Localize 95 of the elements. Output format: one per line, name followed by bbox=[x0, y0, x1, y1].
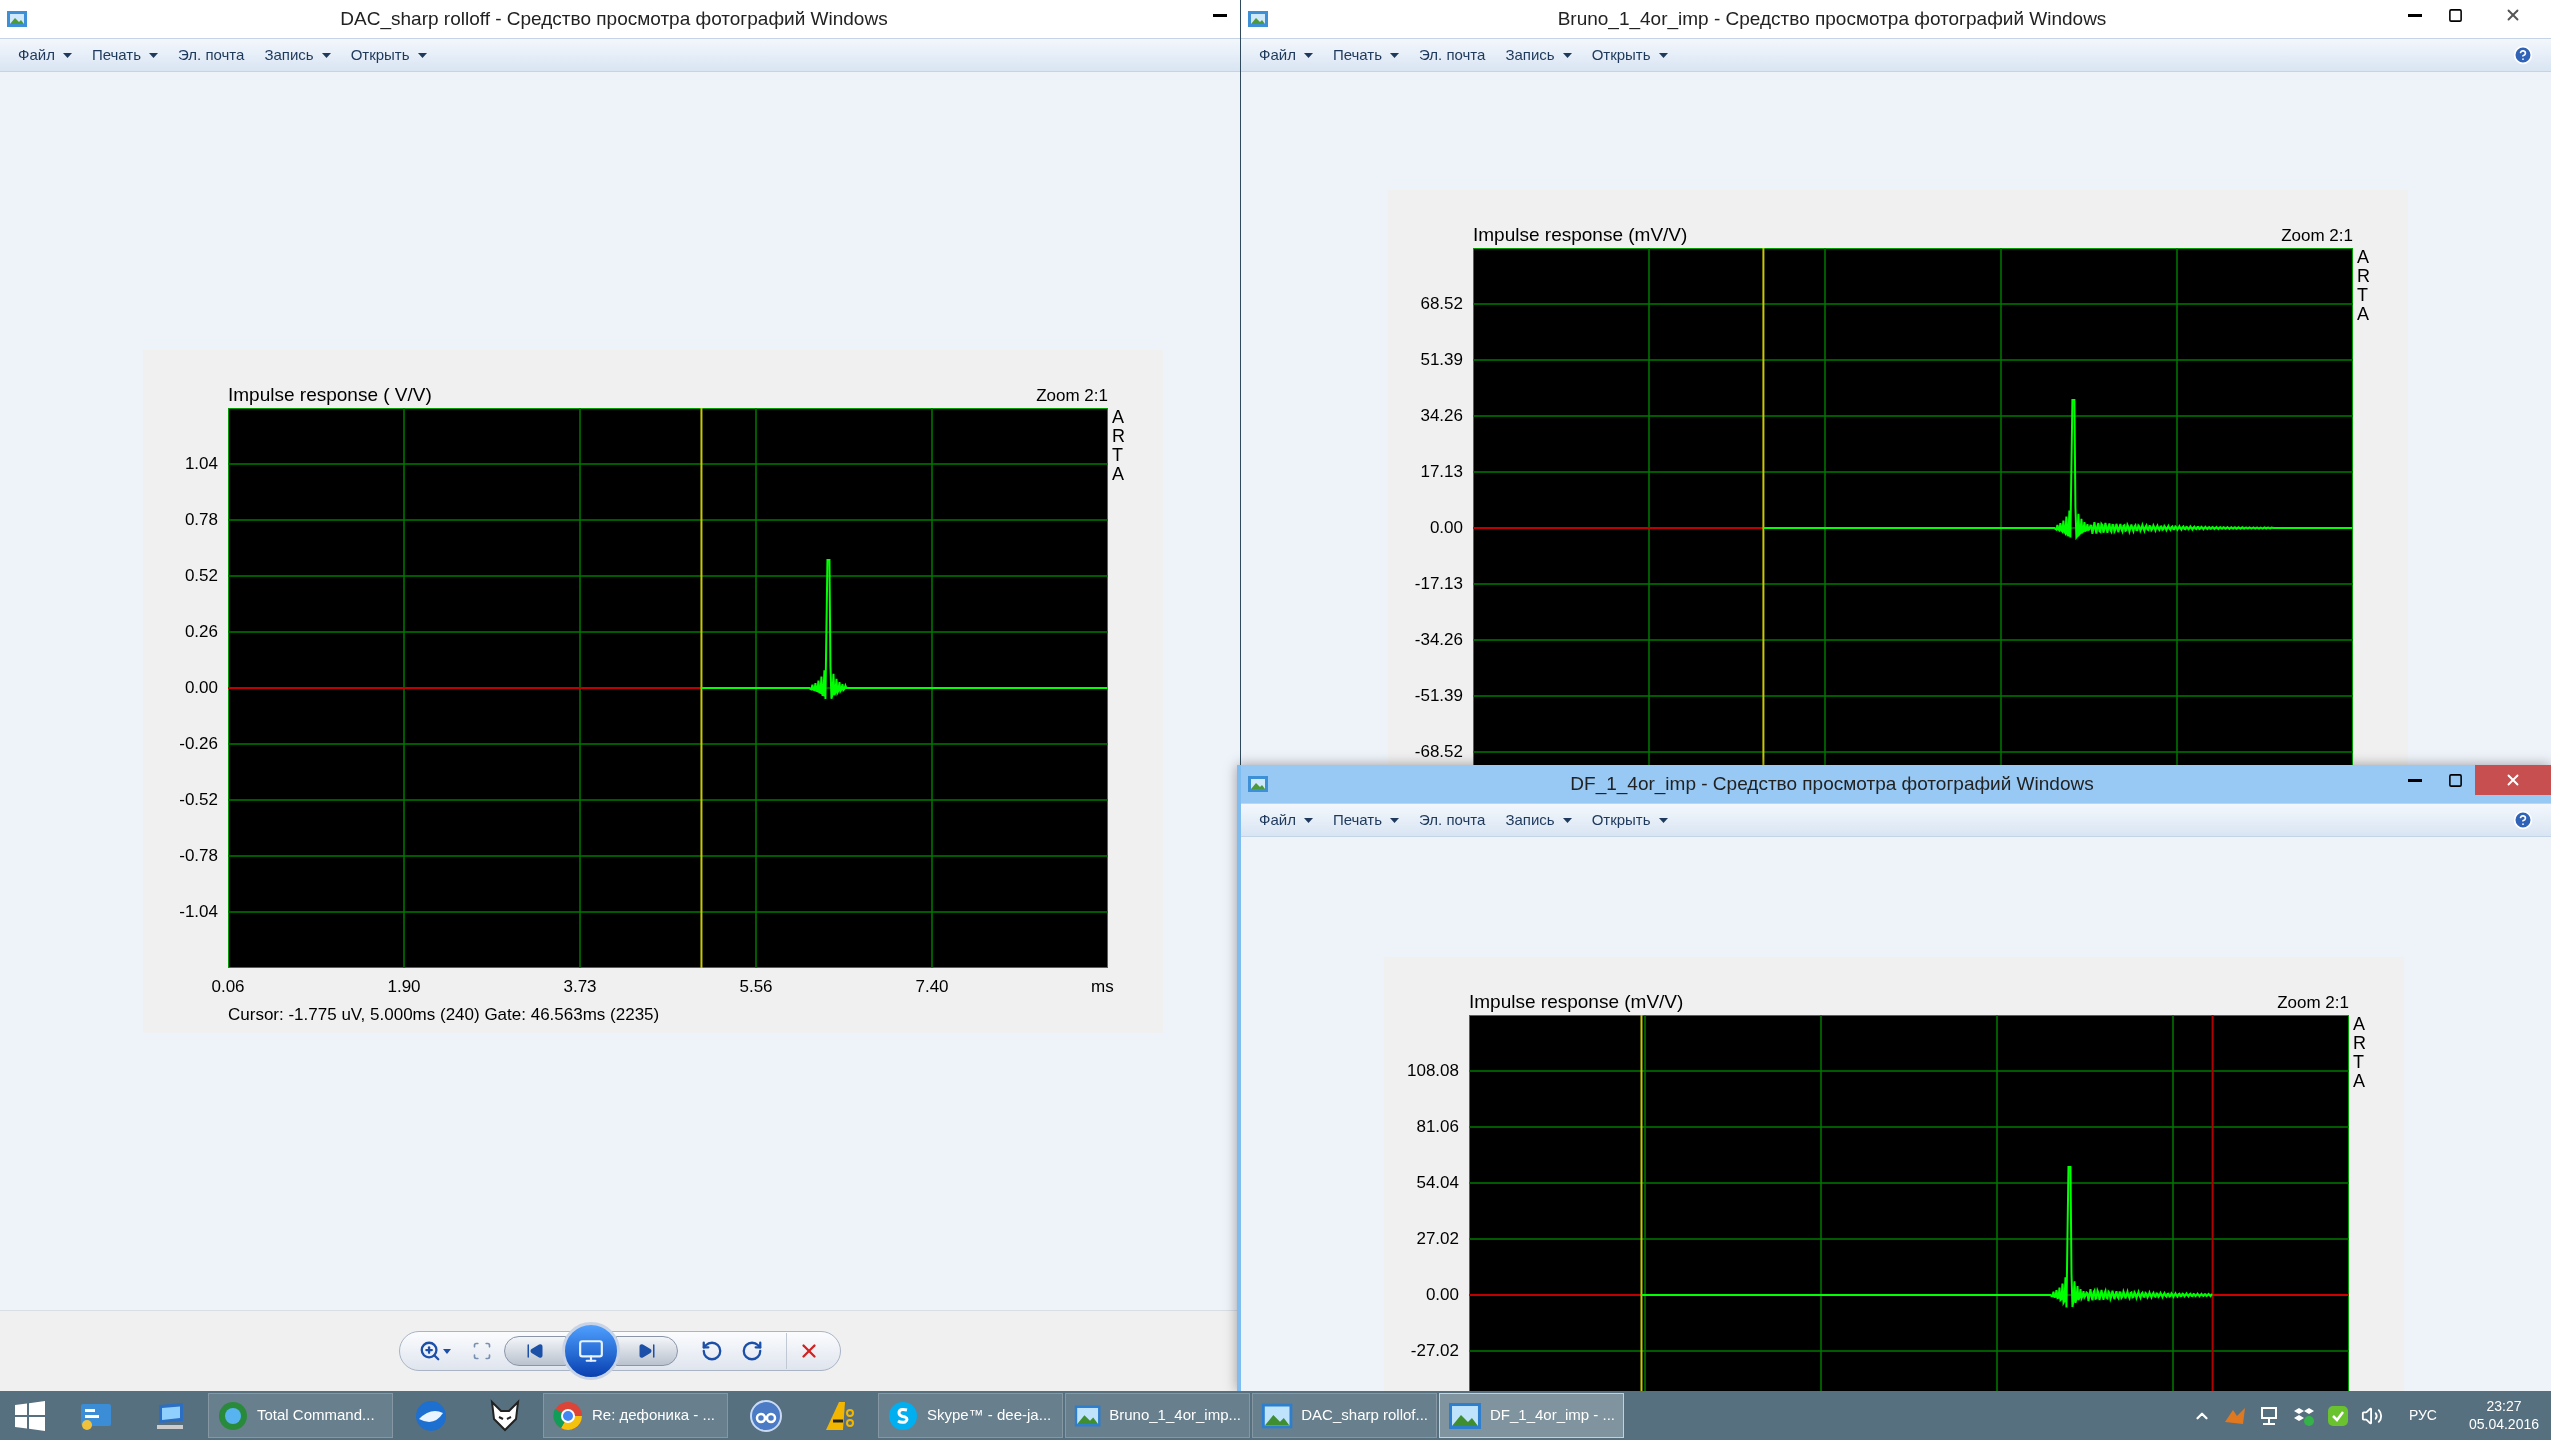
x-tick-label: 3.73 bbox=[563, 978, 597, 995]
globe-app-icon bbox=[217, 1399, 249, 1432]
chat-app-icon bbox=[887, 1399, 919, 1432]
y-tick-label: -51.39 bbox=[1414, 687, 1463, 704]
chart-title: Impulse response (mV/V) bbox=[1469, 992, 1684, 1011]
menu-item[interactable]: Печать bbox=[1332, 43, 1400, 67]
rotate-left-icon bbox=[701, 1340, 723, 1362]
help-icon[interactable] bbox=[2513, 810, 2533, 830]
y-tick-label: 34.26 bbox=[1420, 407, 1463, 424]
menu-item[interactable]: Эл. почта bbox=[1419, 43, 1486, 67]
taskbar-window-button[interactable]: Total Command... bbox=[208, 1393, 393, 1438]
previous-icon bbox=[526, 1342, 544, 1360]
brand-label: ARTA bbox=[2353, 1015, 2367, 1093]
y-tick-label: -0.78 bbox=[179, 847, 218, 864]
menu-item[interactable]: Файл bbox=[1259, 808, 1313, 832]
y-tick-label: 1.04 bbox=[184, 455, 218, 472]
y-tick-label: -0.52 bbox=[179, 791, 218, 808]
menu-item[interactable]: Файл bbox=[1259, 43, 1313, 67]
minimize-icon bbox=[2408, 13, 2422, 17]
zoom-in-icon bbox=[419, 1340, 441, 1362]
y-tick-label: 0.00 bbox=[1429, 519, 1463, 536]
fox-icon bbox=[488, 1398, 522, 1433]
taskbar-window-button[interactable]: Re: дефоника - ... bbox=[543, 1393, 728, 1438]
windows-logo-icon bbox=[15, 1400, 45, 1431]
y-tick-label: -1.04 bbox=[179, 903, 218, 920]
photo-viewer-icon bbox=[1448, 1400, 1482, 1431]
minimize-icon bbox=[2408, 778, 2422, 782]
y-tick-label: 27.02 bbox=[1416, 1230, 1459, 1247]
y-tick-label: 68.52 bbox=[1420, 295, 1463, 312]
x-tick-label: 5.56 bbox=[739, 978, 773, 995]
y-tick-label: 81.06 bbox=[1416, 1118, 1459, 1135]
y-tick-label: -0.26 bbox=[179, 735, 218, 752]
menu-item[interactable]: Запись bbox=[264, 43, 331, 67]
y-tick-label: -17.13 bbox=[1414, 575, 1463, 592]
menu-item[interactable]: Открыть bbox=[350, 43, 427, 67]
menu-item[interactable]: Открыть bbox=[1591, 43, 1668, 67]
y-tick-label: -34.26 bbox=[1414, 631, 1463, 648]
x-unit-label: ms bbox=[1091, 978, 1114, 995]
zoom-label: Zoom 2:1 bbox=[2277, 994, 2349, 1011]
minimize-icon bbox=[1213, 13, 1227, 17]
window-title: DAC_sharp rolloff - Средство просмотра фотографий Windows bbox=[339, 6, 889, 32]
input-language[interactable]: РУС bbox=[2408, 1405, 2437, 1426]
menu-item[interactable]: Печать bbox=[1332, 808, 1400, 832]
menu-item[interactable]: Печать bbox=[91, 43, 159, 67]
y-tick-label: 54.04 bbox=[1416, 1174, 1459, 1191]
browser-icon bbox=[552, 1399, 584, 1432]
photo-viewer-icon bbox=[1247, 9, 1269, 29]
window-title: DF_1_4or_imp - Средство просмотра фотографий Windows bbox=[1569, 771, 2095, 797]
y-tick-label: 108.08 bbox=[1407, 1062, 1459, 1079]
menu-item[interactable]: Запись bbox=[1505, 808, 1572, 832]
monitor-icon bbox=[578, 1338, 604, 1364]
clock-date[interactable]: 05.04.2016 bbox=[2468, 1415, 2539, 1433]
close-button[interactable] bbox=[2475, 765, 2551, 795]
y-tick-label: -27.02 bbox=[1410, 1342, 1459, 1359]
next-button[interactable] bbox=[616, 1336, 678, 1366]
brand-label: ARTA bbox=[2357, 248, 2371, 326]
maximize-icon bbox=[2447, 772, 2463, 788]
maximize-icon bbox=[2447, 7, 2463, 23]
x-tick-label: 7.40 bbox=[915, 978, 949, 995]
zoom-label: Zoom 2:1 bbox=[2281, 227, 2353, 244]
taskbar-window-button[interactable]: Bruno_1_4or_imp... bbox=[1065, 1393, 1250, 1438]
caret-icon bbox=[443, 1348, 451, 1354]
chart-title: Impulse response (mV/V) bbox=[1473, 225, 1688, 244]
next-icon bbox=[638, 1342, 656, 1360]
y-tick-label: 0.78 bbox=[184, 511, 218, 528]
menu-item[interactable]: Открыть bbox=[1591, 808, 1668, 832]
x-tick-label: 1.90 bbox=[387, 978, 421, 995]
y-tick-label: -68.52 bbox=[1414, 743, 1463, 760]
y-tick-label: 17.13 bbox=[1420, 463, 1463, 480]
y-tick-label: 0.00 bbox=[184, 679, 218, 696]
taskbar-window-button[interactable]: DAC_sharp rollof... bbox=[1252, 1393, 1437, 1438]
y-tick-label: 0.00 bbox=[1425, 1286, 1459, 1303]
clock-time[interactable]: 23:27 bbox=[2486, 1398, 2522, 1416]
help-icon[interactable] bbox=[2513, 45, 2533, 65]
previous-button[interactable] bbox=[504, 1336, 566, 1366]
menu-item[interactable]: Запись bbox=[1505, 43, 1572, 67]
zoom-label: Zoom 2:1 bbox=[1036, 387, 1108, 404]
y-tick-label: 0.26 bbox=[184, 623, 218, 640]
y-tick-label: 0.52 bbox=[184, 567, 218, 584]
window-title: Bruno_1_4or_imp - Средство просмотра фотографий Windows bbox=[1556, 6, 2108, 32]
y-tick-label: 51.39 bbox=[1420, 351, 1463, 368]
menu-item[interactable]: Файл bbox=[18, 43, 72, 67]
chart-title: Impulse response ( V/V) bbox=[228, 385, 432, 404]
fit-icon bbox=[472, 1341, 492, 1361]
brand-label: ARTA bbox=[1112, 408, 1126, 486]
rotate-right-icon bbox=[741, 1340, 763, 1362]
x-tick-label: 0.06 bbox=[211, 978, 245, 995]
menu-item[interactable]: Эл. почта bbox=[1419, 808, 1486, 832]
globe-app-icon bbox=[414, 1398, 448, 1433]
photo-viewer-icon bbox=[1247, 774, 1269, 794]
taskbar-window-button[interactable]: Skype™ - dee-ja... bbox=[878, 1393, 1063, 1438]
cursor-status: Cursor: -1.775 uV, 5.000ms (240) Gate: 46.563ms (2235) bbox=[227, 1006, 661, 1023]
menu-item[interactable]: Эл. почта bbox=[178, 43, 245, 67]
photo-viewer-icon bbox=[6, 9, 28, 29]
slideshow-button[interactable] bbox=[562, 1322, 620, 1380]
